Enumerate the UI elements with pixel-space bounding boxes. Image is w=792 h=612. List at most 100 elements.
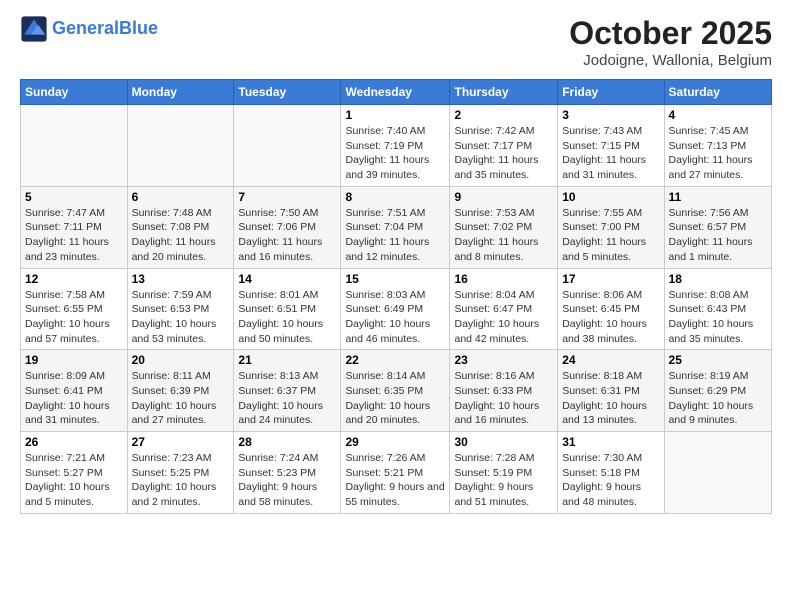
day-number: 12 (25, 272, 123, 286)
calendar-cell: 8Sunrise: 7:51 AMSunset: 7:04 PMDaylight… (341, 186, 450, 268)
calendar-cell: 14Sunrise: 8:01 AMSunset: 6:51 PMDayligh… (234, 268, 341, 350)
day-info: Sunrise: 8:04 AMSunset: 6:47 PMDaylight:… (454, 288, 553, 347)
title-block: October 2025 Jodoigne, Wallonia, Belgium (569, 15, 772, 69)
day-number: 9 (454, 190, 553, 204)
page: GeneralBlue October 2025 Jodoigne, Wallo… (0, 0, 792, 612)
calendar-cell: 22 Sunrise: 8:14 AMSunset: 6:35 PMDayligh… (341, 350, 450, 432)
day-number: 4 (669, 108, 767, 122)
day-number: 7 (238, 190, 336, 204)
day-number: 25 (669, 353, 767, 367)
day-number: 20 (132, 353, 230, 367)
weekday-header-tuesday: Tuesday (234, 80, 341, 105)
day-info: Sunrise: 7:58 AMSunset: 6:55 PMDaylight:… (25, 288, 123, 347)
weekday-header-sunday: Sunday (21, 80, 128, 105)
day-number: 17 (562, 272, 659, 286)
day-info: Sunrise: 8:13 AMSunset: 6:37 PMDaylight:… (238, 369, 336, 428)
calendar-cell: 17 Sunrise: 8:06 AMSunset: 6:45 PMDayligh… (558, 268, 664, 350)
day-info: Sunrise: 7:23 AMSunset: 5:25 PMDaylight:… (132, 451, 230, 510)
weekday-header-saturday: Saturday (664, 80, 771, 105)
calendar-cell: 30Sunrise: 7:28 AMSunset: 5:19 PMDayligh… (450, 432, 558, 514)
day-number: 29 (345, 435, 445, 449)
calendar-week-row: 26 Sunrise: 7:21 AMSunset: 5:27 PMDayligh… (21, 432, 772, 514)
calendar-cell (664, 432, 771, 514)
calendar-cell: 29 Sunrise: 7:26 AMSunset: 5:21 PMDayligh… (341, 432, 450, 514)
logo: GeneralBlue (20, 15, 158, 43)
day-info: Sunrise: 7:43 AMSunset: 7:15 PMDaylight:… (562, 124, 659, 183)
day-number: 28 (238, 435, 336, 449)
day-info: Sunrise: 7:21 AMSunset: 5:27 PMDaylight:… (25, 451, 123, 510)
calendar-header: SundayMondayTuesdayWednesdayThursdayFrid… (21, 80, 772, 105)
day-number: 24 (562, 353, 659, 367)
day-info: Sunrise: 8:06 AMSunset: 6:45 PMDaylight:… (562, 288, 659, 347)
calendar-cell: 11Sunrise: 7:56 AMSunset: 6:57 PMDayligh… (664, 186, 771, 268)
calendar-cell: 20Sunrise: 8:11 AMSunset: 6:39 PMDayligh… (127, 350, 234, 432)
weekday-header-monday: Monday (127, 80, 234, 105)
day-info: Sunrise: 7:40 AMSunset: 7:19 PMDaylight:… (345, 124, 445, 183)
calendar-cell: 26 Sunrise: 7:21 AMSunset: 5:27 PMDayligh… (21, 432, 128, 514)
calendar-week-row: 12 Sunrise: 7:58 AMSunset: 6:55 PMDayligh… (21, 268, 772, 350)
day-info: Sunrise: 8:18 AMSunset: 6:31 PMDaylight:… (562, 369, 659, 428)
calendar-cell: 16 Sunrise: 8:04 AMSunset: 6:47 PMDayligh… (450, 268, 558, 350)
calendar-cell: 10Sunrise: 7:55 AMSunset: 7:00 PMDayligh… (558, 186, 664, 268)
calendar-cell: 27 Sunrise: 7:23 AMSunset: 5:25 PMDayligh… (127, 432, 234, 514)
day-info: Sunrise: 7:30 AMSunset: 5:18 PMDaylight:… (562, 451, 659, 510)
day-number: 23 (454, 353, 553, 367)
day-info: Sunrise: 8:19 AMSunset: 6:29 PMDaylight:… (669, 369, 767, 428)
calendar-cell: 1 Sunrise: 7:40 AMSunset: 7:19 PMDaylight… (341, 105, 450, 187)
weekday-header-friday: Friday (558, 80, 664, 105)
calendar-cell: 31 Sunrise: 7:30 AMSunset: 5:18 PMDayligh… (558, 432, 664, 514)
day-info: Sunrise: 8:03 AMSunset: 6:49 PMDaylight:… (345, 288, 445, 347)
calendar-cell: 5Sunrise: 7:47 AMSunset: 7:11 PMDaylight… (21, 186, 128, 268)
day-number: 6 (132, 190, 230, 204)
calendar-cell: 23 Sunrise: 8:16 AMSunset: 6:33 PMDayligh… (450, 350, 558, 432)
day-info: Sunrise: 7:28 AMSunset: 5:19 PMDaylight:… (454, 451, 553, 510)
header: GeneralBlue October 2025 Jodoigne, Wallo… (20, 15, 772, 69)
weekday-header-row: SundayMondayTuesdayWednesdayThursdayFrid… (21, 80, 772, 105)
calendar-week-row: 19Sunrise: 8:09 AMSunset: 6:41 PMDayligh… (21, 350, 772, 432)
calendar-cell: 9 Sunrise: 7:53 AMSunset: 7:02 PMDaylight… (450, 186, 558, 268)
calendar-week-row: 5Sunrise: 7:47 AMSunset: 7:11 PMDaylight… (21, 186, 772, 268)
day-number: 27 (132, 435, 230, 449)
day-info: Sunrise: 8:16 AMSunset: 6:33 PMDaylight:… (454, 369, 553, 428)
day-info: Sunrise: 8:08 AMSunset: 6:43 PMDaylight:… (669, 288, 767, 347)
day-info: Sunrise: 7:42 AMSunset: 7:17 PMDaylight:… (454, 124, 553, 183)
logo-general: General (52, 18, 119, 38)
day-info: Sunrise: 7:26 AMSunset: 5:21 PMDaylight:… (345, 451, 445, 510)
calendar-cell: 19Sunrise: 8:09 AMSunset: 6:41 PMDayligh… (21, 350, 128, 432)
logo-icon (20, 15, 48, 43)
day-number: 8 (345, 190, 445, 204)
calendar-cell: 28 Sunrise: 7:24 AMSunset: 5:23 PMDayligh… (234, 432, 341, 514)
day-info: Sunrise: 7:53 AMSunset: 7:02 PMDaylight:… (454, 206, 553, 265)
month-year-title: October 2025 (569, 15, 772, 52)
calendar-cell (127, 105, 234, 187)
calendar-table: SundayMondayTuesdayWednesdayThursdayFrid… (20, 79, 772, 514)
day-info: Sunrise: 7:24 AMSunset: 5:23 PMDaylight:… (238, 451, 336, 510)
day-info: Sunrise: 7:56 AMSunset: 6:57 PMDaylight:… (669, 206, 767, 265)
day-number: 18 (669, 272, 767, 286)
day-number: 21 (238, 353, 336, 367)
calendar-body: 1 Sunrise: 7:40 AMSunset: 7:19 PMDaylight… (21, 105, 772, 514)
calendar-cell: 25 Sunrise: 8:19 AMSunset: 6:29 PMDayligh… (664, 350, 771, 432)
day-number: 13 (132, 272, 230, 286)
calendar-cell: 21 Sunrise: 8:13 AMSunset: 6:37 PMDayligh… (234, 350, 341, 432)
day-number: 31 (562, 435, 659, 449)
day-number: 3 (562, 108, 659, 122)
day-number: 15 (345, 272, 445, 286)
calendar-cell: 2Sunrise: 7:42 AMSunset: 7:17 PMDaylight… (450, 105, 558, 187)
weekday-header-thursday: Thursday (450, 80, 558, 105)
calendar-week-row: 1 Sunrise: 7:40 AMSunset: 7:19 PMDaylight… (21, 105, 772, 187)
calendar-cell: 6Sunrise: 7:48 AMSunset: 7:08 PMDaylight… (127, 186, 234, 268)
day-number: 5 (25, 190, 123, 204)
day-number: 26 (25, 435, 123, 449)
day-number: 16 (454, 272, 553, 286)
day-info: Sunrise: 8:14 AMSunset: 6:35 PMDaylight:… (345, 369, 445, 428)
day-number: 22 (345, 353, 445, 367)
calendar-cell: 18 Sunrise: 8:08 AMSunset: 6:43 PMDayligh… (664, 268, 771, 350)
calendar-cell (234, 105, 341, 187)
day-number: 1 (345, 108, 445, 122)
location-subtitle: Jodoigne, Wallonia, Belgium (569, 52, 772, 69)
calendar-cell: 12 Sunrise: 7:58 AMSunset: 6:55 PMDayligh… (21, 268, 128, 350)
calendar-cell: 24 Sunrise: 8:18 AMSunset: 6:31 PMDayligh… (558, 350, 664, 432)
day-info: Sunrise: 8:09 AMSunset: 6:41 PMDaylight:… (25, 369, 123, 428)
day-number: 10 (562, 190, 659, 204)
